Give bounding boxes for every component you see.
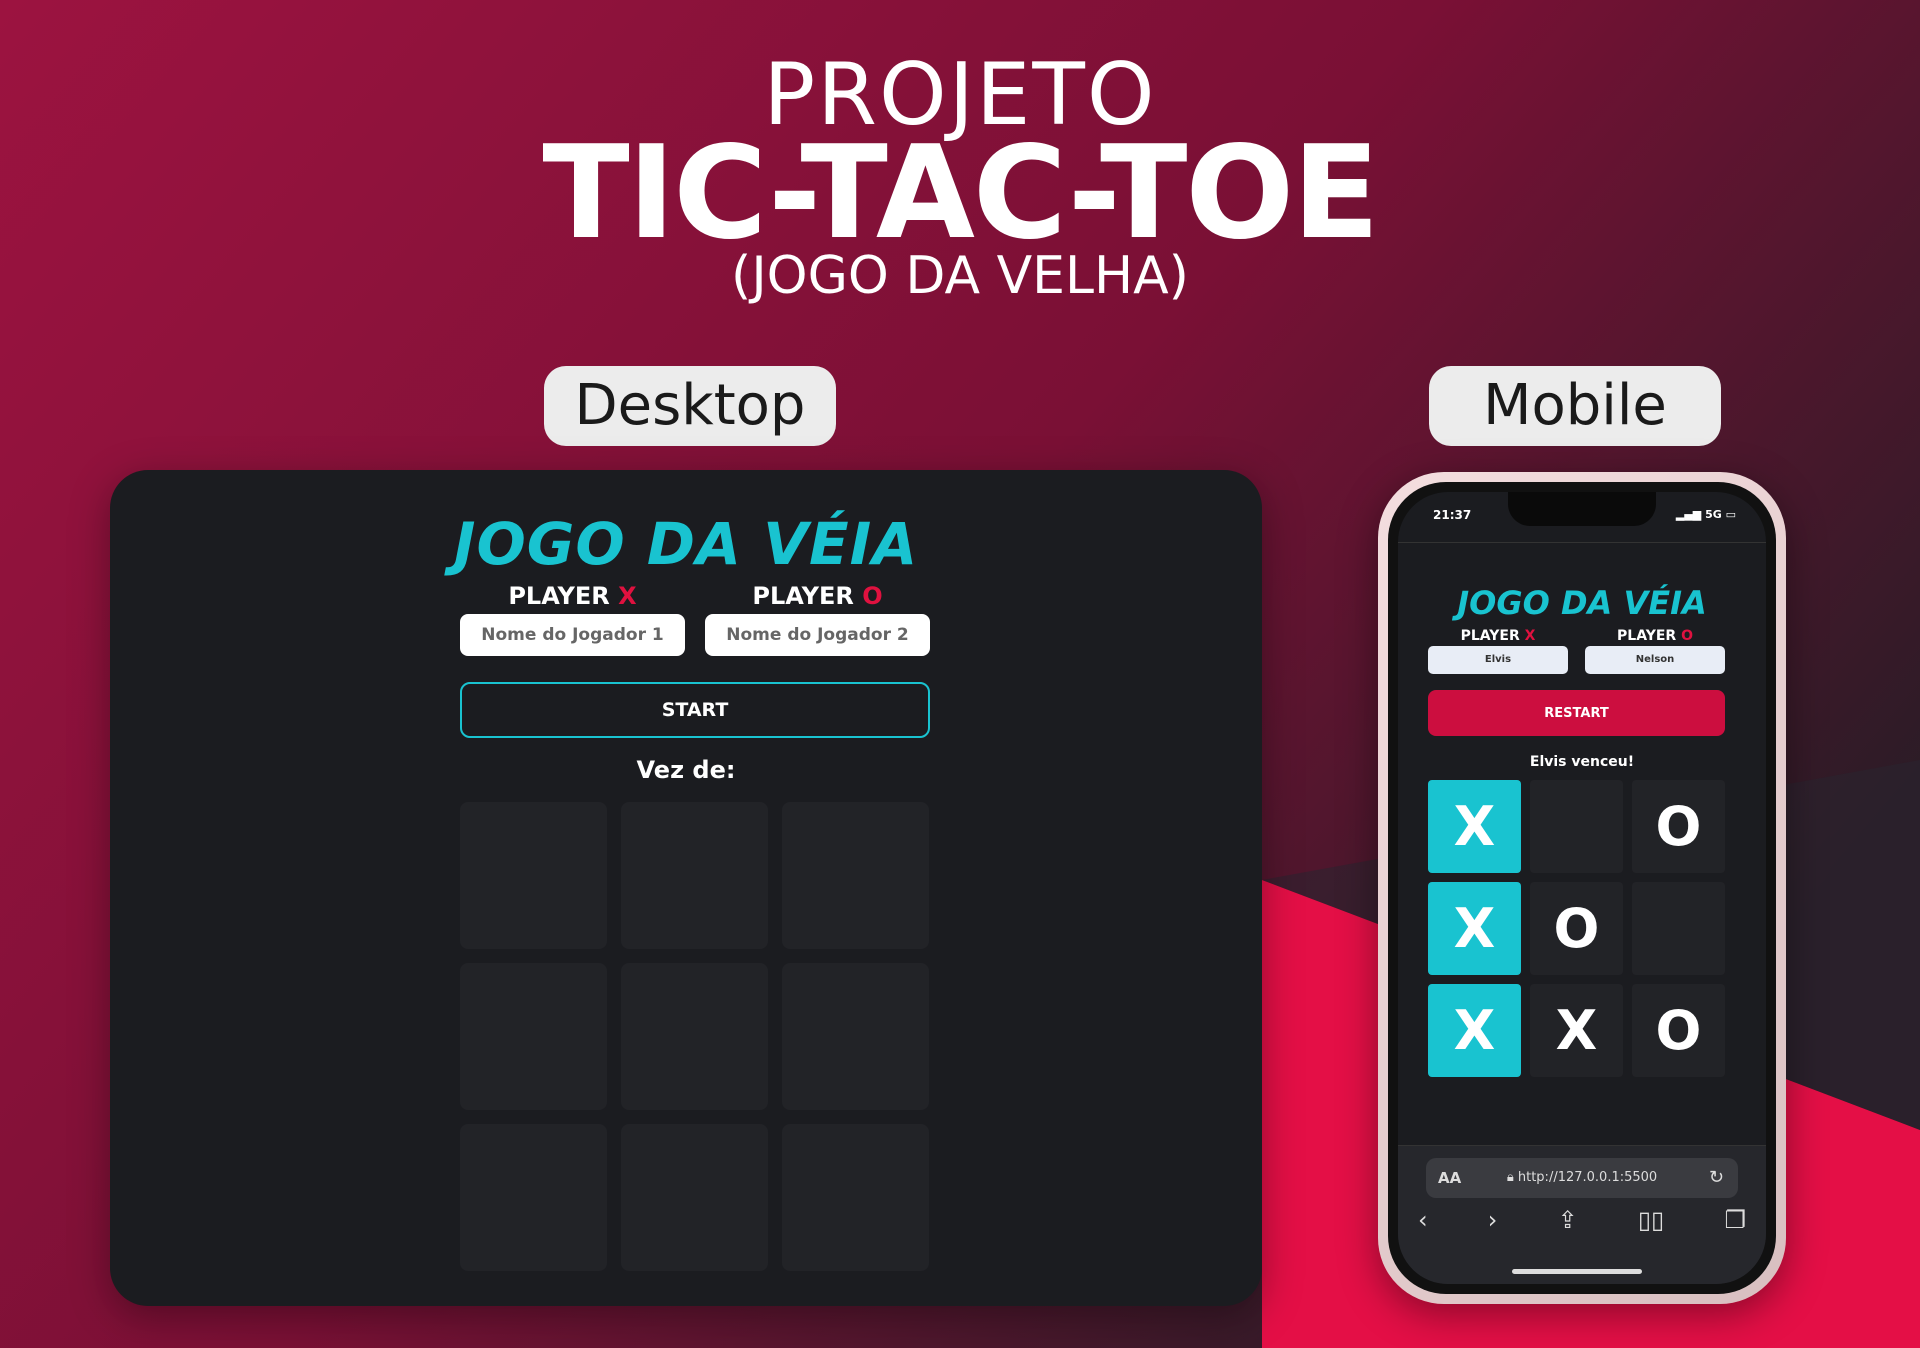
start-button[interactable]: START [460,682,930,738]
phone-notch [1508,492,1656,526]
mobile-player-x-mark: X [1524,628,1536,644]
board-cell[interactable]: X [1428,882,1521,975]
heading-tic-tac-toe: TIC-TAC-TOE [542,119,1379,268]
board-cell[interactable]: O [1530,882,1623,975]
board-cell[interactable] [1530,780,1623,873]
board-cell[interactable] [460,802,607,949]
board-cell[interactable] [782,963,929,1110]
status-time: 21:37 [1433,508,1472,522]
book-icon[interactable]: ▯▯ [1638,1206,1664,1234]
board-cell[interactable] [621,1124,768,1271]
share-icon[interactable]: ⇪ [1558,1206,1578,1234]
home-indicator [1512,1269,1642,1274]
board-cell[interactable]: X [1428,984,1521,1077]
board-cell[interactable]: X [1428,780,1521,873]
board-cell[interactable]: X [1530,984,1623,1077]
url-text: http://127.0.0.1:5500 [1517,1170,1658,1185]
battery-icon: ▭ [1721,508,1736,521]
chevron-right-icon[interactable]: › [1488,1206,1498,1234]
url-text-wrap: 🔒︎ http://127.0.0.1:5500 [1426,1170,1738,1185]
mobile-game-title: JOGO DA VÉIA [1457,584,1707,622]
phone-frame: 21:37 ▂▄▆ 5G ▭ JOGO DA VÉIA PLAYER X PLA… [1378,472,1786,1304]
player-o-heading: PLAYER O [705,582,930,610]
board-cell[interactable]: O [1632,780,1725,873]
player-x-mark: X [618,582,637,610]
chevron-left-icon[interactable]: ‹ [1418,1206,1428,1234]
network-type: 5G [1705,508,1722,521]
tabs-icon[interactable]: ❐ [1724,1206,1746,1234]
reload-icon[interactable]: ↻ [1709,1167,1724,1188]
player-o-mark: O [862,582,883,610]
lock-icon: 🔒︎ [1506,1170,1518,1185]
board-cell[interactable] [460,1124,607,1271]
status-divider [1398,542,1766,543]
player-o-label: PLAYER [752,582,854,610]
board-cell[interactable] [621,963,768,1110]
board-cell[interactable] [1632,882,1725,975]
phone-screen: 21:37 ▂▄▆ 5G ▭ JOGO DA VÉIA PLAYER X PLA… [1398,492,1766,1284]
board-cell[interactable] [460,963,607,1110]
status-network: ▂▄▆ 5G ▭ [1676,508,1736,521]
turn-indicator: Vez de: [636,756,736,784]
desktop-board [460,802,930,1272]
board-cell[interactable] [782,1124,929,1271]
mobile-player-o-label: PLAYER [1617,628,1677,644]
mobile-player-o-mark: O [1681,628,1693,644]
mobile-player1-field[interactable]: Elvis [1428,646,1568,674]
browser-nav: ‹ › ⇪ ▯▯ ❐ [1418,1206,1746,1234]
heading-jogo-da-velha: (JOGO DA VELHA) [731,246,1189,306]
player-x-label: PLAYER [508,582,610,610]
board-cell[interactable] [621,802,768,949]
mobile-player-x-label: PLAYER [1460,628,1520,644]
restart-button[interactable]: RESTART [1428,690,1725,736]
result-message: Elvis venceu! [1529,754,1635,770]
mobile-player-x-heading: PLAYER X [1428,628,1568,644]
mobile-label: Mobile [1429,366,1721,446]
board-cell[interactable] [782,802,929,949]
browser-toolbar: AA 🔒︎ http://127.0.0.1:5500 ↻ ‹ › ⇪ ▯▯ ❐ [1398,1145,1766,1284]
player-x-heading: PLAYER X [460,582,685,610]
desktop-game-title: JOGO DA VÉIA [453,510,919,578]
phone-bezel: 21:37 ▂▄▆ 5G ▭ JOGO DA VÉIA PLAYER X PLA… [1388,482,1776,1294]
signal-icon: ▂▄▆ [1675,508,1706,521]
player2-name-input[interactable] [705,614,930,656]
mobile-player2-field[interactable]: Nelson [1585,646,1725,674]
mobile-board: XOXOXXO [1428,780,1725,1077]
desktop-window: JOGO DA VÉIA PLAYER X PLAYER O START Vez… [110,470,1262,1306]
mobile-player-o-heading: PLAYER O [1585,628,1725,644]
board-cell[interactable]: O [1632,984,1725,1077]
url-bar[interactable]: AA 🔒︎ http://127.0.0.1:5500 ↻ [1426,1158,1738,1198]
player1-name-input[interactable] [460,614,685,656]
desktop-label: Desktop [544,366,836,446]
